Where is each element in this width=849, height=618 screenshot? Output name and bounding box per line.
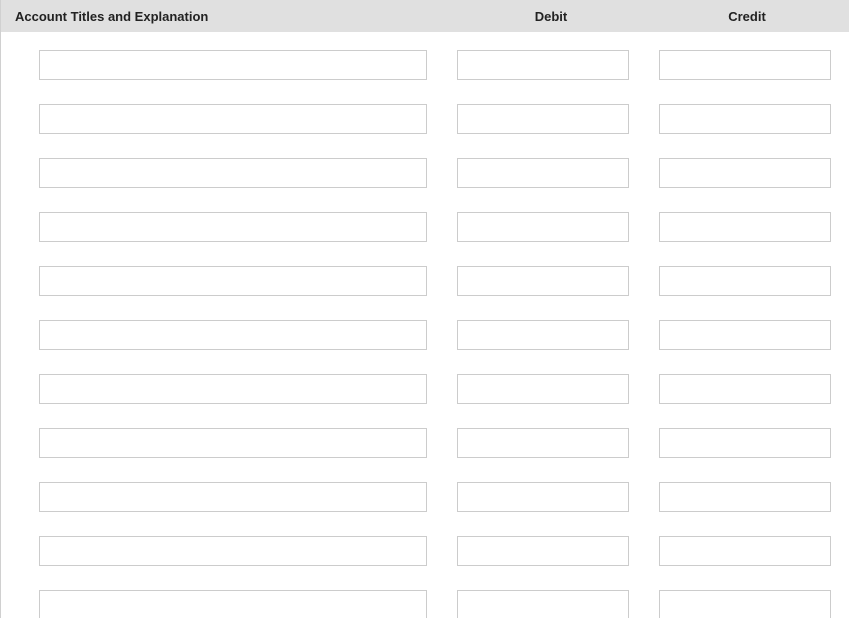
credit-input[interactable] [659,374,831,404]
rows-wrapper [1,32,849,618]
table-header: Account Titles and Explanation Debit Cre… [1,0,849,32]
credit-input[interactable] [659,50,831,80]
credit-input[interactable] [659,428,831,458]
header-debit: Debit [453,9,649,24]
account-input[interactable] [39,374,427,404]
table-row [1,320,849,350]
account-input[interactable] [39,482,427,512]
table-row [1,428,849,458]
header-credit: Credit [649,9,845,24]
account-input[interactable] [39,590,427,618]
table-row [1,266,849,296]
account-input[interactable] [39,320,427,350]
table-row [1,482,849,512]
debit-input[interactable] [457,428,629,458]
credit-input[interactable] [659,590,831,618]
debit-input[interactable] [457,158,629,188]
credit-input[interactable] [659,212,831,242]
journal-entry-form: Account Titles and Explanation Debit Cre… [0,0,849,618]
credit-input[interactable] [659,266,831,296]
table-row [1,104,849,134]
table-row [1,536,849,566]
account-input[interactable] [39,428,427,458]
debit-input[interactable] [457,374,629,404]
account-input[interactable] [39,212,427,242]
account-input[interactable] [39,104,427,134]
table-row [1,50,849,80]
account-input[interactable] [39,50,427,80]
debit-input[interactable] [457,50,629,80]
debit-input[interactable] [457,482,629,512]
header-account-titles: Account Titles and Explanation [1,9,453,24]
credit-input[interactable] [659,482,831,512]
table-row [1,590,849,618]
table-row [1,212,849,242]
table-row [1,158,849,188]
debit-input[interactable] [457,104,629,134]
account-input[interactable] [39,158,427,188]
table-row [1,374,849,404]
debit-input[interactable] [457,212,629,242]
debit-input[interactable] [457,536,629,566]
debit-input[interactable] [457,590,629,618]
account-input[interactable] [39,536,427,566]
debit-input[interactable] [457,320,629,350]
credit-input[interactable] [659,536,831,566]
credit-input[interactable] [659,320,831,350]
debit-input[interactable] [457,266,629,296]
credit-input[interactable] [659,158,831,188]
credit-input[interactable] [659,104,831,134]
account-input[interactable] [39,266,427,296]
